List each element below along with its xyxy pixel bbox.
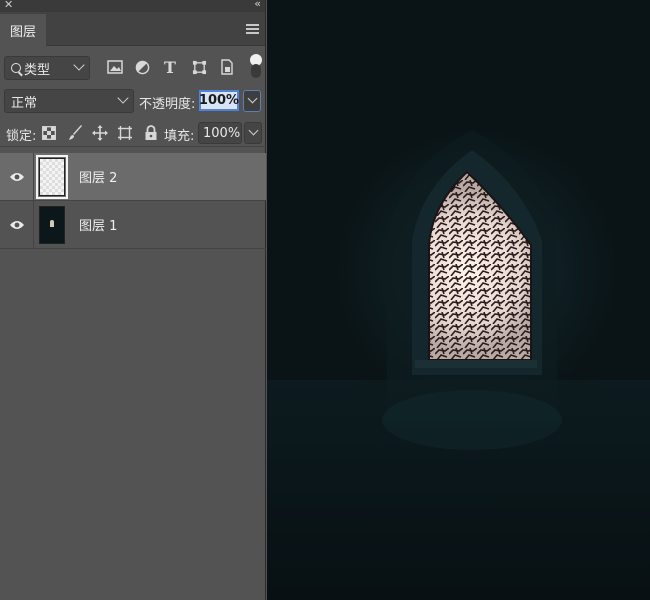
filter-toggle[interactable] [249, 54, 263, 80]
lock-row: 锁定: 填充: 100% [0, 121, 266, 147]
layer-thumbnail [39, 205, 65, 244]
chevron-down-icon [247, 93, 258, 104]
opacity-label: 不透明度: [139, 97, 196, 112]
tab-layers[interactable]: 图层 [0, 14, 46, 46]
visibility-eye-icon[interactable] [0, 200, 34, 249]
visibility-eye-icon[interactable] [0, 152, 34, 201]
filter-row: 类型 T [0, 54, 266, 82]
layer-row-2[interactable]: 图层 2 [0, 152, 266, 201]
chevron-down-icon [248, 125, 259, 136]
opacity-input[interactable]: 100% [199, 90, 239, 111]
smart-object-filter-icon[interactable] [218, 58, 236, 76]
blend-row: 正常 不透明度: 100% [0, 89, 266, 113]
lock-position-icon[interactable] [91, 124, 109, 142]
adjustment-filter-icon[interactable] [133, 58, 151, 76]
layer-list: 图层 2 图层 1 [0, 152, 266, 249]
filter-kind-label: 类型 [24, 62, 51, 78]
panel-title-bar: ✕ ‹‹ [0, 0, 265, 12]
layers-panel: ✕ ‹‹ 图层 类型 T 正常 不透明度: 100% 锁定: 填充: 100% … [0, 0, 266, 600]
close-icon[interactable]: ✕ [4, 0, 13, 11]
collapse-icon[interactable]: ‹‹ [254, 0, 261, 10]
lock-label: 锁定: [6, 129, 37, 144]
chevron-down-icon [117, 92, 129, 104]
opacity-dropdown-button[interactable] [243, 90, 261, 112]
filter-kind-select[interactable]: 类型 [4, 56, 90, 80]
layer-name[interactable]: 图层 2 [79, 167, 117, 186]
layer-name[interactable]: 图层 1 [79, 215, 117, 234]
fill-label: 填充: [164, 129, 195, 144]
layer-thumbnail [36, 154, 68, 199]
chevron-down-icon [73, 59, 85, 71]
image-filter-icon[interactable] [106, 58, 124, 76]
search-icon [11, 63, 21, 73]
layer-row-1[interactable]: 图层 1 [0, 200, 266, 249]
type-filter-icon[interactable]: T [161, 58, 179, 77]
fill-input[interactable]: 100% [198, 122, 242, 144]
lock-image-icon[interactable] [67, 124, 85, 142]
lock-artboard-icon[interactable] [116, 124, 134, 142]
shape-filter-icon[interactable] [190, 58, 208, 76]
lock-all-icon[interactable] [142, 124, 160, 142]
lock-transparent-icon[interactable] [40, 124, 58, 142]
hamburger-menu-icon[interactable] [246, 24, 259, 34]
canvas-image [267, 0, 650, 600]
blend-mode-value: 正常 [11, 95, 38, 111]
blend-mode-select[interactable]: 正常 [4, 89, 134, 113]
fill-dropdown-button[interactable] [244, 122, 262, 144]
document-canvas[interactable] [267, 0, 650, 600]
panel-tab-bar: 图层 [0, 12, 265, 46]
